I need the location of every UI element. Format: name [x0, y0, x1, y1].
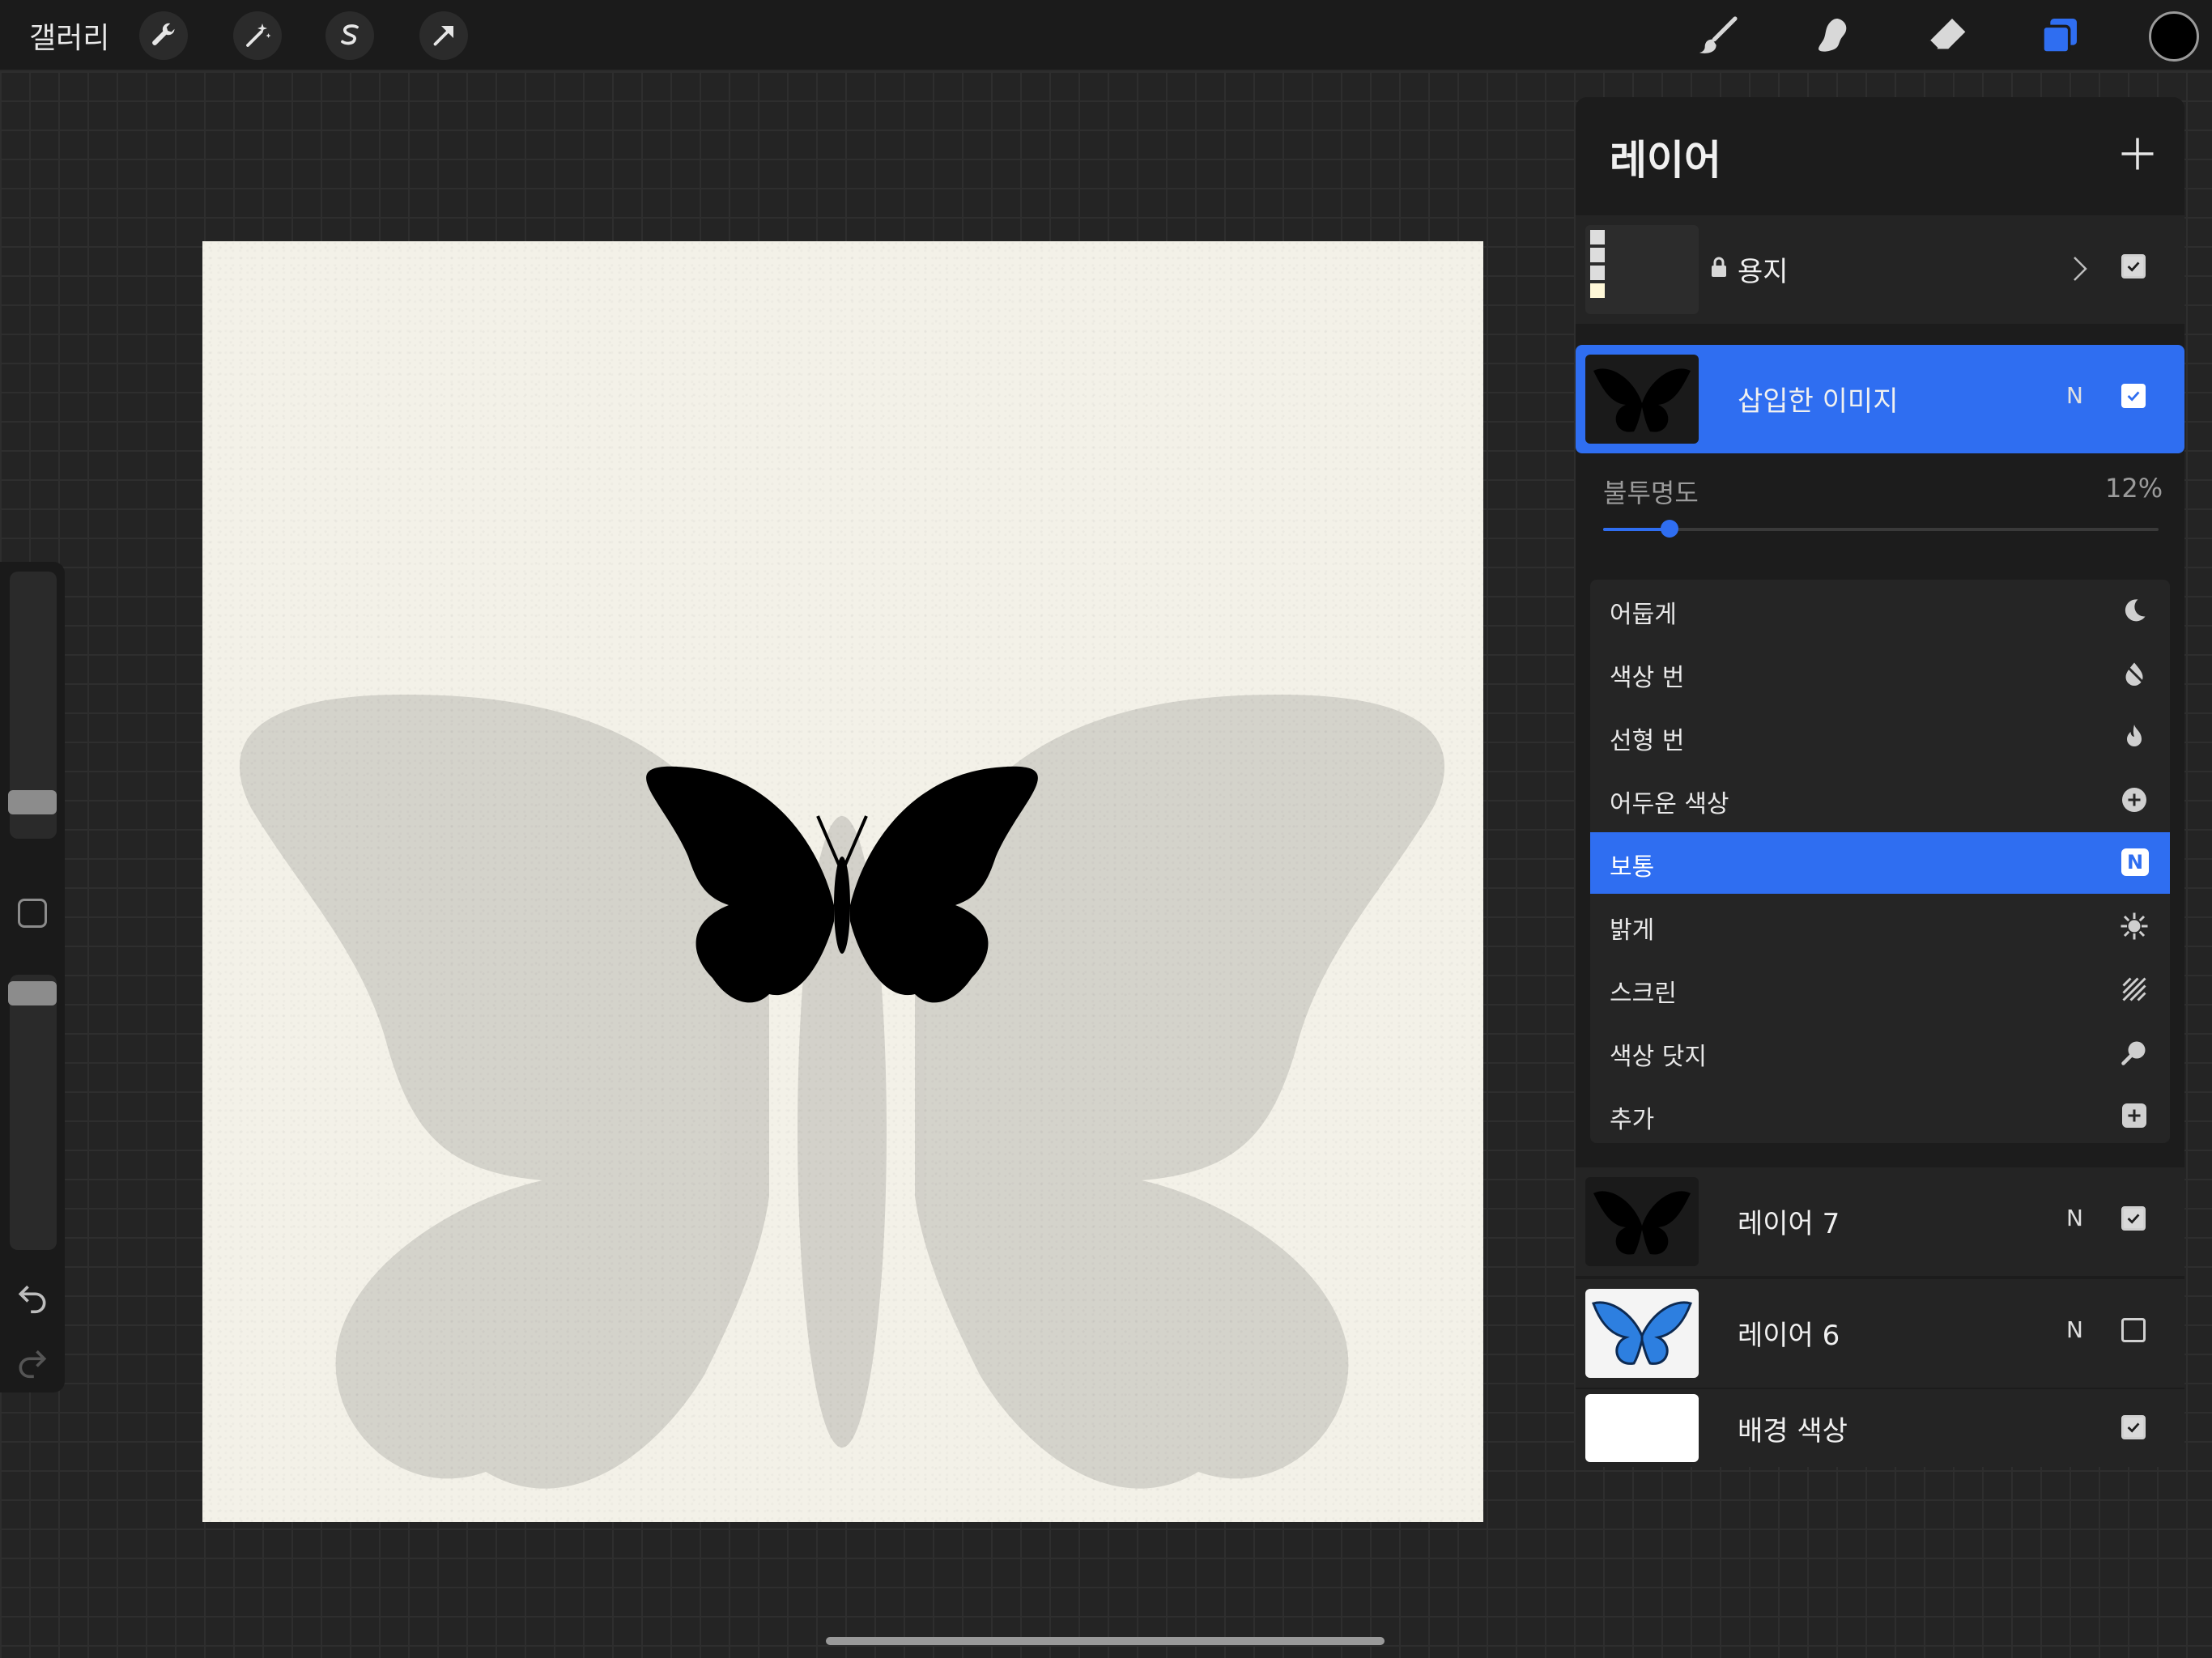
moon-icon	[2125, 599, 2146, 622]
layer-thumbnail	[1585, 1289, 1699, 1378]
layer-visibility-checkbox[interactable]	[2121, 1318, 2146, 1342]
layers-tool[interactable]	[2035, 11, 2084, 60]
opacity-value: 12%	[2105, 473, 2163, 504]
layer-visibility-checkbox[interactable]	[2121, 384, 2146, 408]
dodge-icon	[2121, 1041, 2146, 1065]
brush-icon	[1699, 16, 1738, 53]
layer-visibility-checkbox[interactable]	[2121, 254, 2146, 278]
layer-row-layer-7[interactable]: 레이어 7 N	[1576, 1167, 2184, 1276]
actions-button[interactable]	[139, 11, 188, 60]
check-icon	[2127, 261, 2140, 272]
faded-butterfly-layer	[239, 695, 1445, 1489]
blend-mode-screen[interactable]: 스크린	[1590, 959, 2170, 1020]
check-icon	[2127, 1422, 2140, 1433]
hatched-square-icon	[2122, 977, 2146, 1001]
brush-opacity-thumb[interactable]	[8, 981, 57, 1005]
gallery-link[interactable]: 갤러리	[29, 15, 109, 57]
layer-thumbnail	[1585, 1394, 1699, 1462]
brush-size-thumb[interactable]	[8, 790, 57, 814]
color-swatch[interactable]	[2149, 11, 2199, 62]
lock-icon	[1712, 257, 1726, 277]
check-icon	[2127, 1214, 2140, 1224]
brush-opacity-slider[interactable]	[10, 975, 57, 1250]
magic-wand-icon	[246, 23, 271, 47]
left-sidebar	[0, 562, 65, 1392]
layer-blend-mode-button[interactable]: N	[2066, 1316, 2083, 1343]
n-badge-icon: N	[2121, 848, 2149, 876]
blend-mode-label: 어둡게	[1610, 601, 1677, 629]
transform-button[interactable]	[419, 11, 468, 60]
layer-visibility-checkbox[interactable]	[2121, 1415, 2146, 1439]
layer-row-background-color[interactable]: 배경 색상	[1576, 1389, 2184, 1467]
blend-mode-label: 색상 닷지	[1610, 1043, 1707, 1071]
opacity-slider-fill	[1603, 528, 1670, 531]
blend-mode-label: 색상 번	[1610, 664, 1685, 692]
smudge-tool[interactable]	[1809, 11, 1857, 60]
butterfly-artwork	[239, 695, 1445, 1489]
plus-circle-icon	[2122, 788, 2146, 812]
plus-square-icon	[2122, 1103, 2146, 1128]
blend-mode-darken[interactable]: 어둡게	[1590, 580, 2170, 641]
blend-mode-label: 보통	[1610, 853, 1655, 882]
blend-mode-color-dodge[interactable]: 색상 닷지	[1590, 1022, 2170, 1083]
add-layer-icon[interactable]	[2116, 133, 2159, 175]
layer-visibility-checkbox[interactable]	[2121, 1206, 2146, 1231]
wrench-icon	[152, 23, 175, 45]
opacity-label: 불투명도	[1603, 478, 1699, 508]
undo-icon[interactable]	[15, 1279, 50, 1315]
chevron-right-icon[interactable]	[2066, 253, 2092, 285]
opacity-slider-thumb[interactable]	[1661, 520, 1678, 538]
smudge-icon	[1819, 19, 1847, 52]
blend-mode-label: 스크린	[1610, 980, 1677, 1008]
sunburst-icon	[2121, 912, 2148, 940]
burn-drop-icon	[2123, 662, 2146, 686]
layer-name: 레이어 7	[1738, 1208, 1840, 1240]
blend-mode-add[interactable]: 추가	[1590, 1085, 2170, 1146]
opacity-slider-track[interactable]	[1603, 528, 2159, 531]
layer-thumbnail	[1585, 225, 1699, 314]
blend-mode-linear-burn[interactable]: 선형 번	[1590, 706, 2170, 767]
layers-panel: 레이어 용지 삽입한 이미지 N 불투명도 12% 어둡게 색상 번 선형 번 …	[1576, 97, 2184, 1467]
blend-mode-label: 밝게	[1610, 916, 1655, 945]
blend-mode-lighten[interactable]: 밝게	[1590, 895, 2170, 957]
layer-name: 삽입한 이미지	[1738, 385, 1899, 418]
layer-name: 레이어 6	[1738, 1320, 1840, 1352]
layer-row-inserted-image[interactable]: 삽입한 이미지 N	[1576, 345, 2184, 453]
eraser-icon	[1928, 19, 1966, 50]
eraser-tool[interactable]	[1922, 11, 1971, 60]
layer-blend-mode-button[interactable]: N	[2066, 382, 2083, 409]
blend-mode-normal[interactable]: 보통 N	[1590, 832, 2170, 894]
layer-name: 배경 색상	[1738, 1415, 1848, 1448]
blend-mode-label: 어두운 색상	[1610, 790, 1729, 818]
blend-mode-label: 선형 번	[1610, 727, 1685, 755]
redo-icon[interactable]	[15, 1344, 50, 1380]
blend-mode-color-burn[interactable]: 색상 번	[1590, 643, 2170, 704]
check-icon	[2127, 391, 2140, 402]
blend-mode-label: 추가	[1610, 1106, 1655, 1134]
selection-button[interactable]	[325, 11, 374, 60]
layer-row-paper[interactable]: 용지	[1576, 215, 2184, 324]
home-indicator[interactable]	[826, 1637, 1385, 1645]
brush-tool[interactable]	[1694, 11, 1742, 60]
blend-mode-list: 어둡게 색상 번 선형 번 어두운 색상 보통 N 밝게 스크린 색상 닷지 추…	[1590, 580, 2170, 1143]
top-toolbar: 갤러리	[0, 0, 2212, 71]
layer-thumbnail	[1585, 1177, 1699, 1266]
modify-button[interactable]	[18, 899, 47, 928]
flame-icon	[2127, 725, 2142, 746]
layer-row-layer-6[interactable]: 레이어 6 N	[1576, 1279, 2184, 1388]
layer-blend-mode-button[interactable]: N	[2066, 1205, 2083, 1231]
panel-title: 레이어	[1610, 137, 1721, 184]
layers-icon	[2041, 19, 2077, 54]
layer-name: 용지	[1738, 256, 1789, 288]
layer-thumbnail	[1585, 355, 1699, 444]
transform-arrow-icon	[433, 26, 453, 46]
blend-mode-darker-color[interactable]: 어두운 색상	[1590, 769, 2170, 831]
selection-icon	[341, 24, 359, 45]
adjustments-button[interactable]	[233, 11, 282, 60]
artwork-canvas[interactable]	[202, 241, 1483, 1522]
